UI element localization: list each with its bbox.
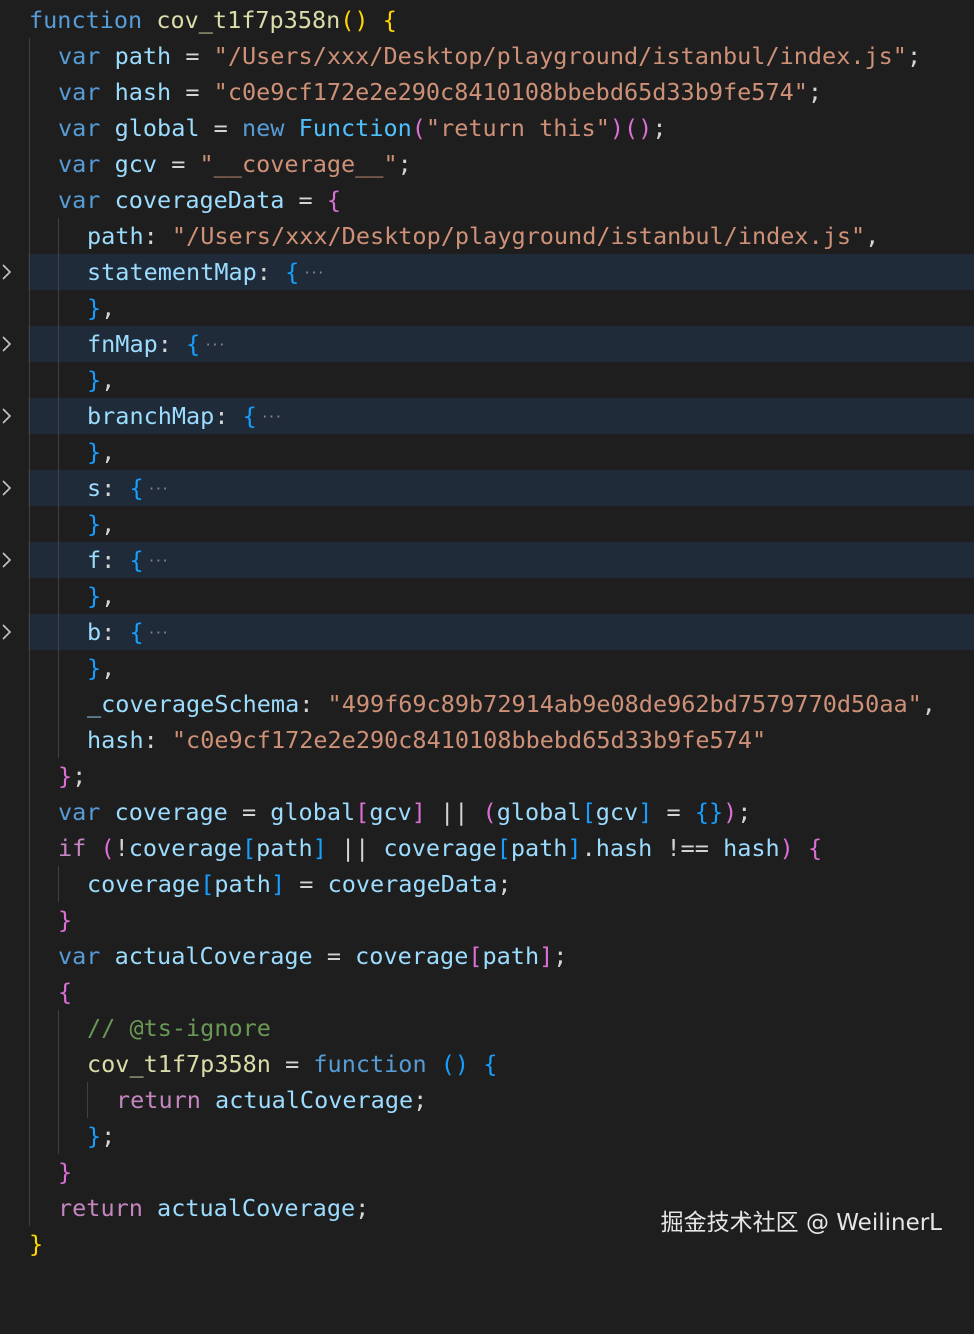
property-key: branchMap xyxy=(87,402,215,430)
code-line: }; xyxy=(0,758,974,794)
code-line: coverage[path] = coverageData; xyxy=(0,866,974,902)
property-key: statementMap xyxy=(87,258,257,286)
code-line: var coverageData = { xyxy=(0,182,974,218)
code-line: return actualCoverage; xyxy=(0,1082,974,1118)
folded-line-fnMap[interactable]: fnMap: {··· xyxy=(0,326,974,362)
folded-line-b[interactable]: b: {··· xyxy=(0,614,974,650)
fold-ellipsis-icon[interactable]: ··· xyxy=(148,544,170,580)
fold-ellipsis-icon[interactable]: ··· xyxy=(261,400,283,436)
folded-line-branchMap[interactable]: branchMap: {··· xyxy=(0,398,974,434)
code-line: var gcv = "__coverage__"; xyxy=(0,146,974,182)
property-key: fnMap xyxy=(87,330,158,358)
code-line: _coverageSchema: "499f69c89b72914ab9e08d… xyxy=(0,686,974,722)
code-line: if (!coverage[path] || coverage[path].ha… xyxy=(0,830,974,866)
code-line: }, xyxy=(0,434,974,470)
path-string: "/Users/xxx/Desktop/playground/istanbul/… xyxy=(171,222,866,250)
code-comment: // @ts-ignore xyxy=(87,1014,271,1042)
function-name: cov_t1f7p358n xyxy=(87,1050,271,1078)
path-string: "/Users/xxx/Desktop/playground/istanbul/… xyxy=(213,42,907,70)
code-line: hash: "c0e9cf172e2e290c8410108bbebd65d33… xyxy=(0,722,974,758)
code-line: var actualCoverage = coverage[path]; xyxy=(0,938,974,974)
code-line: var path = "/Users/xxx/Desktop/playgroun… xyxy=(0,38,974,74)
fold-ellipsis-icon[interactable]: ··· xyxy=(303,256,325,292)
property-key: b xyxy=(87,618,102,646)
property-key: f xyxy=(87,546,102,574)
folded-line-f[interactable]: f: {··· xyxy=(0,542,974,578)
folded-line-s[interactable]: s: {··· xyxy=(0,470,974,506)
code-editor[interactable]: function cov_t1f7p358n() { var path = "/… xyxy=(0,0,974,1266)
chevron-right-icon[interactable] xyxy=(0,552,14,568)
code-line: { xyxy=(0,974,974,1010)
code-line: }, xyxy=(0,506,974,542)
code-line: }, xyxy=(0,578,974,614)
code-line: var coverage = global[gcv] || (global[gc… xyxy=(0,794,974,830)
fold-ellipsis-icon[interactable]: ··· xyxy=(148,616,170,652)
chevron-right-icon[interactable] xyxy=(0,624,14,640)
return-this-string: "return this" xyxy=(425,114,610,142)
code-line: path: "/Users/xxx/Desktop/playground/ist… xyxy=(0,218,974,254)
code-line: }; xyxy=(0,1118,974,1154)
hash-string: "c0e9cf172e2e290c8410108bbebd65d33b9fe57… xyxy=(171,726,767,754)
hash-string: "c0e9cf172e2e290c8410108bbebd65d33b9fe57… xyxy=(213,78,808,106)
code-line: }, xyxy=(0,362,974,398)
code-line: } xyxy=(0,1154,974,1190)
fold-ellipsis-icon[interactable]: ··· xyxy=(148,472,170,508)
chevron-right-icon[interactable] xyxy=(0,336,14,352)
chevron-right-icon[interactable] xyxy=(0,264,14,280)
code-line: }, xyxy=(0,650,974,686)
schema-string: "499f69c89b72914ab9e08de962bd7579770d50a… xyxy=(327,690,922,718)
code-line: } xyxy=(0,902,974,938)
chevron-right-icon[interactable] xyxy=(0,480,14,496)
fold-ellipsis-icon[interactable]: ··· xyxy=(204,328,226,364)
watermark: 掘金技术社区 @ WeilinerL xyxy=(660,1210,942,1236)
code-line: function cov_t1f7p358n() { xyxy=(29,6,397,34)
code-line: var hash = "c0e9cf172e2e290c8410108bbebd… xyxy=(0,74,974,110)
function-name: cov_t1f7p358n xyxy=(156,6,341,34)
code-line: // @ts-ignore xyxy=(0,1010,974,1046)
chevron-right-icon[interactable] xyxy=(0,408,14,424)
folded-line-statementMap[interactable]: statementMap: {··· xyxy=(0,254,974,290)
property-key: s xyxy=(87,474,102,502)
code-line: var global = new Function("return this")… xyxy=(0,110,974,146)
code-line: cov_t1f7p358n = function () { xyxy=(0,1046,974,1082)
code-line: }, xyxy=(0,290,974,326)
gcv-string: "__coverage__" xyxy=(199,150,398,178)
